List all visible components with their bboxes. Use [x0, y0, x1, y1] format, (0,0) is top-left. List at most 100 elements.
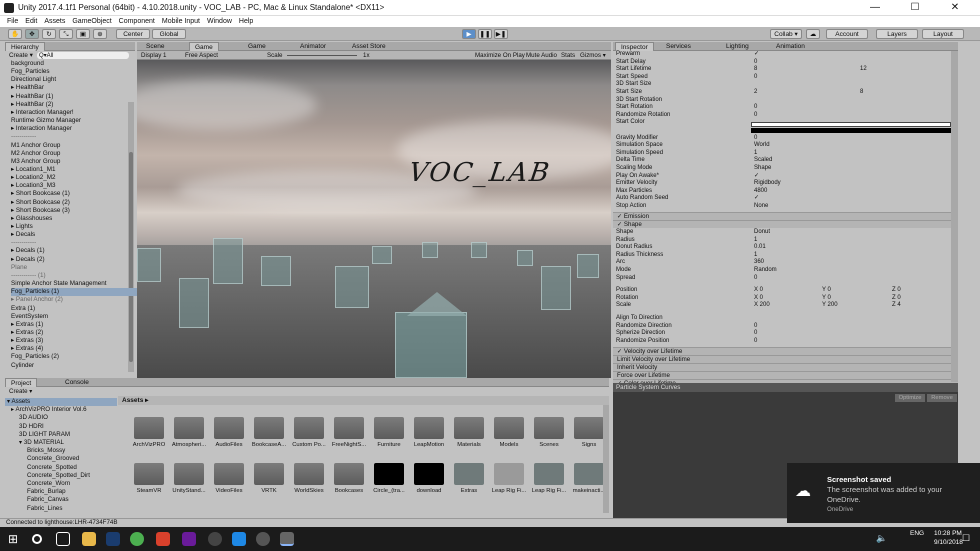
inspector-row[interactable]: Auto Random Seed ✓ [616, 195, 956, 203]
inspector-row[interactable]: Max Particles 4800 [616, 188, 956, 196]
maximize-button[interactable]: ☐ [900, 0, 930, 16]
tab-project[interactable]: Project [5, 378, 38, 387]
step-button[interactable]: ▶❚ [494, 29, 508, 39]
asset-item[interactable]: Bookcases [330, 461, 368, 494]
emission-module-header[interactable]: ✓ Emission [613, 212, 958, 220]
asset-item[interactable]: Leap Rig Fi... [490, 461, 528, 494]
tab-services[interactable]: Services [661, 42, 696, 51]
asset-item[interactable]: UnityStand... [170, 461, 208, 494]
hierarchy-item[interactable]: ------------ [11, 239, 36, 247]
task-view-icon[interactable] [56, 532, 70, 546]
shape-row[interactable]: Shape Donut [616, 229, 956, 237]
maximize-on-play-toggle[interactable]: Maximize On Play [475, 52, 525, 59]
clock-time[interactable]: 10:28 PM [934, 530, 962, 537]
hierarchy-item[interactable]: background [11, 60, 44, 68]
tab-animator[interactable]: Animator [295, 42, 331, 51]
project-create-button[interactable]: Create ▾ [9, 388, 32, 395]
edge-icon[interactable] [232, 532, 246, 546]
inspector-row[interactable]: Prewarm ✓ [616, 51, 956, 59]
hierarchy-item[interactable]: M3 Anchor Group [11, 158, 60, 166]
inspector-row-value[interactable]: 0 [754, 135, 757, 143]
inspector-row-value[interactable]: 0 [754, 74, 757, 82]
inspector-row-value[interactable]: 0 [754, 59, 757, 67]
inspector-row-value-max[interactable]: 12 [860, 66, 867, 74]
menu-gameobject[interactable]: GameObject [72, 16, 111, 27]
transform-x[interactable]: X 0 [754, 287, 763, 295]
inspector-row[interactable]: 3D Start Size [616, 81, 956, 89]
inspector-row-value[interactable]: 1 [754, 150, 757, 158]
inspector-row[interactable]: Simulation Space World [616, 142, 956, 150]
asset-item[interactable]: SteamVR [130, 461, 168, 494]
project-tree-item[interactable]: 3D HDRI [19, 423, 44, 431]
start-color-swatch[interactable] [751, 122, 951, 127]
inspector-row-value[interactable]: 0 [754, 104, 757, 112]
shape-extra-row[interactable]: Randomize Position 0 [616, 338, 956, 346]
hierarchy-item[interactable]: ▸ Short Bookcase (1) [11, 190, 70, 198]
tab-lighting[interactable]: Lighting [721, 42, 754, 51]
shape-module-header[interactable]: ✓ Shape [613, 220, 958, 228]
project-tree-item[interactable]: ▾ Assets [5, 398, 117, 406]
inspector-row-value[interactable]: ✓ [754, 173, 759, 181]
shape-row[interactable]: Donut Radius 0.01 [616, 244, 956, 252]
visual-studio-icon[interactable] [182, 532, 196, 546]
play-button[interactable]: ▶ [462, 29, 476, 39]
inspector-row[interactable]: Start Speed 0 [616, 74, 956, 82]
rect-tool-icon[interactable]: ▣ [76, 29, 90, 39]
tab-asset-store[interactable]: Asset Store [347, 42, 391, 51]
hierarchy-item[interactable]: ▸ Lights [11, 223, 33, 231]
project-breadcrumb[interactable]: Assets ▸ [118, 396, 609, 405]
hand-tool-icon[interactable]: ✋ [8, 29, 22, 39]
project-tree-item[interactable]: Bricks_Mossy [27, 447, 65, 455]
menu-window[interactable]: Window [207, 16, 232, 27]
asset-folder[interactable]: LeapMotion [410, 415, 448, 448]
tab-inspector[interactable]: Inspector [615, 42, 654, 51]
inspector-row[interactable]: Play On Awake* ✓ [616, 173, 956, 181]
transform-row[interactable]: Scale X 200 Y 200 Z 4 [616, 302, 956, 310]
transform-row[interactable]: Position X 0 Y 0 Z 0 [616, 287, 956, 295]
menu-file[interactable]: File [7, 16, 18, 27]
asset-folder[interactable]: FreeNightS... [330, 415, 368, 448]
pause-button[interactable]: ❚❚ [478, 29, 492, 39]
shape-row-value[interactable]: 360 [754, 259, 764, 267]
transform-y[interactable]: Y 0 [822, 295, 831, 303]
shape-extra-row[interactable]: Randomize Direction 0 [616, 323, 956, 331]
inspector-row[interactable]: Start Lifetime 8 12 [616, 66, 956, 74]
hierarchy-item[interactable]: Directional Light [11, 76, 56, 84]
module-header[interactable]: Limit Velocity over Lifetime [613, 355, 958, 363]
move-tool-icon[interactable]: ✥ [25, 29, 39, 39]
inspector-row-value[interactable]: 2 [754, 89, 757, 97]
hierarchy-item[interactable]: ▸ Extras (4) [11, 345, 43, 353]
shape-extra-value[interactable]: 0 [754, 338, 757, 346]
module-header[interactable]: Inherit Velocity [613, 363, 958, 371]
hierarchy-item[interactable]: Extra (1) [11, 305, 35, 313]
asset-folder[interactable]: ArchVizPRO [130, 415, 168, 448]
inspector-row-value[interactable]: None [754, 203, 768, 211]
asset-item[interactable]: WorldSkies [290, 461, 328, 494]
hierarchy-create-button[interactable]: Create ▾ [9, 52, 33, 59]
hierarchy-item[interactable]: ▸ HealthBar (1) [11, 93, 53, 101]
onedrive-notification[interactable]: ☁ Screenshot saved The screenshot was ad… [787, 463, 980, 523]
hierarchy-item[interactable]: ▸ Extras (1) [11, 321, 43, 329]
menu-help[interactable]: Help [239, 16, 253, 27]
transform-z[interactable]: Z 0 [892, 287, 901, 295]
scale-slider[interactable] [287, 55, 357, 56]
notification-icon[interactable]: ☐ [962, 533, 970, 544]
steam-icon[interactable] [106, 532, 120, 546]
hierarchy-item[interactable]: ▸ Decals [11, 231, 35, 239]
shape-row-value[interactable]: 0 [754, 275, 757, 283]
hierarchy-item[interactable]: ▸ Decals (2) [11, 256, 45, 264]
project-tree-item[interactable]: Fabric_Burlap [27, 488, 66, 496]
inspector-row[interactable]: Start Size 2 8 [616, 89, 956, 97]
shape-row-value[interactable]: 1 [754, 237, 757, 245]
aspect-dropdown[interactable]: Free Aspect [185, 52, 218, 59]
hierarchy-item[interactable]: ------------ (1) [11, 272, 46, 280]
inspector-row[interactable]: Simulation Speed 1 [616, 150, 956, 158]
shape-row[interactable]: Spread 0 [616, 275, 956, 283]
project-tree-item[interactable]: ▸ ArchVizPRO Interior Vol.6 [11, 406, 87, 414]
asset-item[interactable]: Circle_(tra... [370, 461, 408, 494]
asset-folder[interactable]: Scenes [530, 415, 568, 448]
shape-row[interactable]: Arc 360 [616, 259, 956, 267]
project-tree-item[interactable]: 3D LIGHT PARAM [19, 431, 70, 439]
hierarchy-item[interactable]: ------------ [11, 133, 36, 141]
collab-button[interactable]: Collab ▾ [770, 29, 802, 39]
